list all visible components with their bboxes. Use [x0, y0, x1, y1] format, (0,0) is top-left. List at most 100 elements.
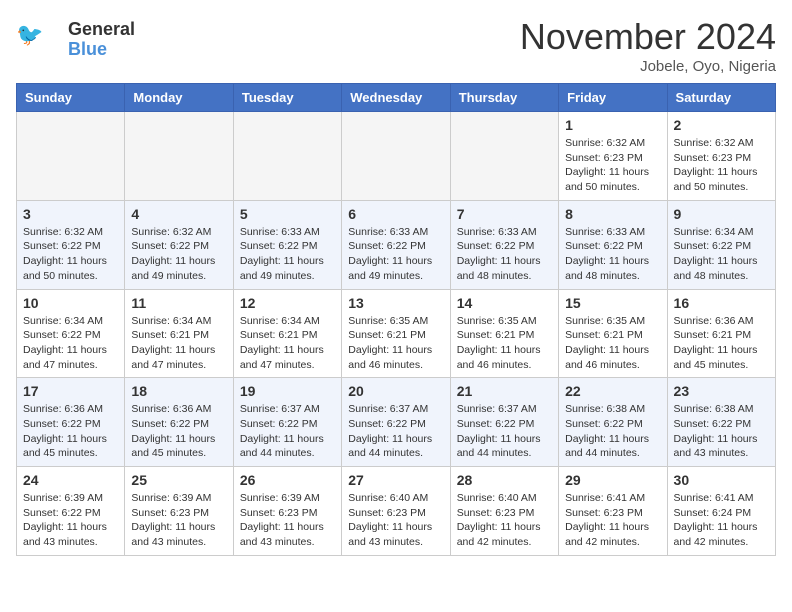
- calendar-cell: 3 Sunrise: 6:32 AM Sunset: 6:22 PM Daylig…: [17, 200, 125, 289]
- calendar-cell: 13 Sunrise: 6:35 AM Sunset: 6:21 PM Dayli…: [342, 289, 450, 378]
- day-number: 20: [348, 383, 443, 399]
- day-info: Sunrise: 6:35 AM Sunset: 6:21 PM Dayligh…: [348, 314, 443, 373]
- day-info: Sunrise: 6:41 AM Sunset: 6:24 PM Dayligh…: [674, 491, 769, 550]
- calendar-cell: 19Sunrise: 6:37 AM Sunset: 6:22 PM Dayli…: [233, 378, 341, 467]
- day-number: 18: [131, 383, 226, 399]
- calendar-table: SundayMondayTuesdayWednesdayThursdayFrid…: [16, 83, 776, 556]
- day-info: Sunrise: 6:34 AM Sunset: 6:22 PM Dayligh…: [23, 314, 118, 373]
- day-info: Sunrise: 6:33 AM Sunset: 6:22 PM Dayligh…: [565, 225, 660, 284]
- calendar-cell: 29 Sunrise: 6:41 AM Sunset: 6:23 PM Dayli…: [559, 467, 667, 556]
- calendar-header-row: SundayMondayTuesdayWednesdayThursdayFrid…: [17, 84, 776, 112]
- day-number: 12: [240, 295, 335, 311]
- calendar-cell: [125, 112, 233, 201]
- day-number: 2: [674, 117, 769, 133]
- calendar-cell: [450, 112, 558, 201]
- calendar-cell: 2 Sunrise: 6:32 AM Sunset: 6:23 PM Daylig…: [667, 112, 775, 201]
- day-info: Sunrise: 6:39 AM Sunset: 6:23 PM Dayligh…: [131, 491, 226, 550]
- day-number: 16: [674, 295, 769, 311]
- calendar-cell: 30Sunrise: 6:41 AM Sunset: 6:24 PM Dayli…: [667, 467, 775, 556]
- calendar-cell: 10Sunrise: 6:34 AM Sunset: 6:22 PM Dayli…: [17, 289, 125, 378]
- day-info: Sunrise: 6:33 AM Sunset: 6:22 PM Dayligh…: [240, 225, 335, 284]
- day-info: Sunrise: 6:35 AM Sunset: 6:21 PM Dayligh…: [457, 314, 552, 373]
- calendar-cell: [342, 112, 450, 201]
- weekday-header-friday: Friday: [559, 84, 667, 112]
- day-number: 1: [565, 117, 660, 133]
- month-title: November 2024: [520, 16, 776, 58]
- day-info: Sunrise: 6:37 AM Sunset: 6:22 PM Dayligh…: [457, 402, 552, 461]
- calendar-cell: 26 Sunrise: 6:39 AM Sunset: 6:23 PM Dayli…: [233, 467, 341, 556]
- day-number: 4: [131, 206, 226, 222]
- calendar-cell: [17, 112, 125, 201]
- title-block: November 2024 Jobele, Oyo, Nigeria: [520, 16, 776, 75]
- day-number: 24: [23, 472, 118, 488]
- day-info: Sunrise: 6:38 AM Sunset: 6:22 PM Dayligh…: [674, 402, 769, 461]
- calendar-cell: 24 Sunrise: 6:39 AM Sunset: 6:22 PM Dayli…: [17, 467, 125, 556]
- location: Jobele, Oyo, Nigeria: [520, 58, 776, 75]
- day-number: 5: [240, 206, 335, 222]
- calendar-cell: 20 Sunrise: 6:37 AM Sunset: 6:22 PM Dayli…: [342, 378, 450, 467]
- day-info: Sunrise: 6:36 AM Sunset: 6:21 PM Dayligh…: [674, 314, 769, 373]
- day-number: 26: [240, 472, 335, 488]
- day-number: 23: [674, 383, 769, 399]
- day-number: 19: [240, 383, 335, 399]
- weekday-header-sunday: Sunday: [17, 84, 125, 112]
- day-info: Sunrise: 6:33 AM Sunset: 6:22 PM Dayligh…: [348, 225, 443, 284]
- calendar-cell: 4Sunrise: 6:32 AM Sunset: 6:22 PM Daylig…: [125, 200, 233, 289]
- day-info: Sunrise: 6:41 AM Sunset: 6:23 PM Dayligh…: [565, 491, 660, 550]
- day-number: 28: [457, 472, 552, 488]
- day-number: 7: [457, 206, 552, 222]
- day-number: 11: [131, 295, 226, 311]
- day-info: Sunrise: 6:34 AM Sunset: 6:21 PM Dayligh…: [240, 314, 335, 373]
- weekday-header-monday: Monday: [125, 84, 233, 112]
- calendar-week-4: 17 Sunrise: 6:36 AM Sunset: 6:22 PM Dayli…: [17, 378, 776, 467]
- calendar-cell: 1 Sunrise: 6:32 AM Sunset: 6:23 PM Daylig…: [559, 112, 667, 201]
- calendar-cell: 12 Sunrise: 6:34 AM Sunset: 6:21 PM Dayli…: [233, 289, 341, 378]
- day-number: 27: [348, 472, 443, 488]
- calendar-cell: 16 Sunrise: 6:36 AM Sunset: 6:21 PM Dayli…: [667, 289, 775, 378]
- day-info: Sunrise: 6:32 AM Sunset: 6:23 PM Dayligh…: [565, 136, 660, 195]
- calendar-cell: 23 Sunrise: 6:38 AM Sunset: 6:22 PM Dayli…: [667, 378, 775, 467]
- day-info: Sunrise: 6:35 AM Sunset: 6:21 PM Dayligh…: [565, 314, 660, 373]
- day-info: Sunrise: 6:32 AM Sunset: 6:23 PM Dayligh…: [674, 136, 769, 195]
- day-number: 3: [23, 206, 118, 222]
- day-info: Sunrise: 6:36 AM Sunset: 6:22 PM Dayligh…: [131, 402, 226, 461]
- svg-text:🐦: 🐦: [16, 22, 43, 47]
- calendar-cell: 22Sunrise: 6:38 AM Sunset: 6:22 PM Dayli…: [559, 378, 667, 467]
- weekday-header-saturday: Saturday: [667, 84, 775, 112]
- calendar-cell: [233, 112, 341, 201]
- day-info: Sunrise: 6:40 AM Sunset: 6:23 PM Dayligh…: [348, 491, 443, 550]
- day-number: 29: [565, 472, 660, 488]
- weekday-header-tuesday: Tuesday: [233, 84, 341, 112]
- day-number: 15: [565, 295, 660, 311]
- day-info: Sunrise: 6:32 AM Sunset: 6:22 PM Dayligh…: [23, 225, 118, 284]
- logo-icon: 🐦: [16, 16, 64, 64]
- day-number: 25: [131, 472, 226, 488]
- calendar-cell: 27 Sunrise: 6:40 AM Sunset: 6:23 PM Dayli…: [342, 467, 450, 556]
- day-number: 8: [565, 206, 660, 222]
- calendar-cell: 18 Sunrise: 6:36 AM Sunset: 6:22 PM Dayli…: [125, 378, 233, 467]
- day-info: Sunrise: 6:39 AM Sunset: 6:22 PM Dayligh…: [23, 491, 118, 550]
- calendar-week-3: 10Sunrise: 6:34 AM Sunset: 6:22 PM Dayli…: [17, 289, 776, 378]
- calendar-cell: 8 Sunrise: 6:33 AM Sunset: 6:22 PM Daylig…: [559, 200, 667, 289]
- calendar-week-5: 24 Sunrise: 6:39 AM Sunset: 6:22 PM Dayli…: [17, 467, 776, 556]
- day-number: 9: [674, 206, 769, 222]
- calendar-cell: 14Sunrise: 6:35 AM Sunset: 6:21 PM Dayli…: [450, 289, 558, 378]
- day-info: Sunrise: 6:33 AM Sunset: 6:22 PM Dayligh…: [457, 225, 552, 284]
- calendar-cell: 17 Sunrise: 6:36 AM Sunset: 6:22 PM Dayli…: [17, 378, 125, 467]
- logo-text: General Blue: [68, 20, 135, 60]
- calendar-cell: 15 Sunrise: 6:35 AM Sunset: 6:21 PM Dayli…: [559, 289, 667, 378]
- calendar-cell: 6Sunrise: 6:33 AM Sunset: 6:22 PM Daylig…: [342, 200, 450, 289]
- day-info: Sunrise: 6:34 AM Sunset: 6:22 PM Dayligh…: [674, 225, 769, 284]
- calendar-cell: 21Sunrise: 6:37 AM Sunset: 6:22 PM Dayli…: [450, 378, 558, 467]
- day-number: 22: [565, 383, 660, 399]
- logo: 🐦 General Blue: [16, 16, 135, 64]
- weekday-header-wednesday: Wednesday: [342, 84, 450, 112]
- calendar-cell: 9 Sunrise: 6:34 AM Sunset: 6:22 PM Daylig…: [667, 200, 775, 289]
- day-info: Sunrise: 6:39 AM Sunset: 6:23 PM Dayligh…: [240, 491, 335, 550]
- day-number: 17: [23, 383, 118, 399]
- calendar-cell: 7 Sunrise: 6:33 AM Sunset: 6:22 PM Daylig…: [450, 200, 558, 289]
- calendar-cell: 28Sunrise: 6:40 AM Sunset: 6:23 PM Dayli…: [450, 467, 558, 556]
- day-info: Sunrise: 6:36 AM Sunset: 6:22 PM Dayligh…: [23, 402, 118, 461]
- day-info: Sunrise: 6:37 AM Sunset: 6:22 PM Dayligh…: [348, 402, 443, 461]
- day-number: 13: [348, 295, 443, 311]
